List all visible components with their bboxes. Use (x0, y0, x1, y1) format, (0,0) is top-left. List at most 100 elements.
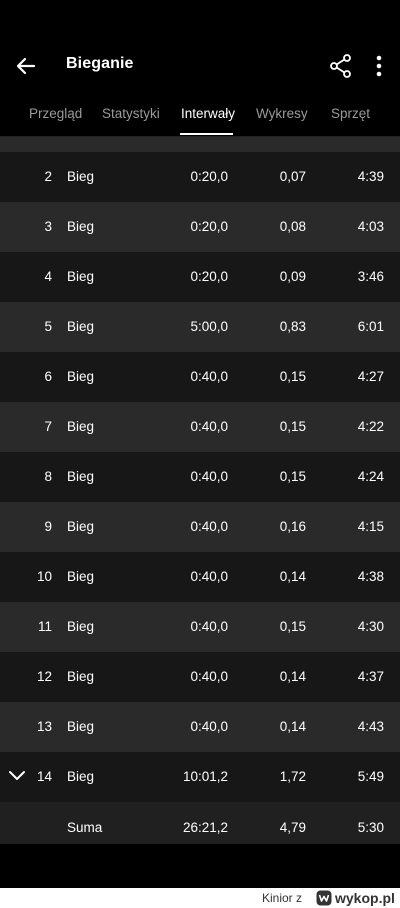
interval-type: Bieg (67, 219, 95, 234)
interval-time: 0:40,0 (190, 569, 228, 584)
interval-number: 6 (44, 369, 52, 384)
interval-distance: 0,15 (279, 619, 306, 634)
interval-time: 0:40,0 (190, 619, 228, 634)
interval-number: 9 (44, 519, 52, 534)
active-tab-indicator (180, 133, 233, 135)
interval-time: 10:01,2 (182, 769, 228, 784)
interval-pace: 4:43 (357, 719, 384, 734)
interval-number: 4 (44, 269, 52, 284)
summary-row: Suma 26:21,2 4,79 5:30 (0, 802, 400, 844)
interval-row[interactable]: 7 Bieg 0:40,0 0,15 4:22 (0, 402, 400, 452)
interval-time: 0:20,0 (190, 269, 228, 284)
share-button[interactable] (329, 52, 353, 80)
interval-row[interactable]: 13 Bieg 0:40,0 0,14 4:43 (0, 702, 400, 752)
interval-type: Bieg (67, 769, 95, 784)
summary-pace: 5:30 (357, 820, 384, 835)
partial-row (0, 137, 400, 152)
interval-pace: 4:37 (357, 669, 384, 684)
interval-row-expandable[interactable]: 14 Bieg 10:01,2 1,72 5:49 (0, 752, 400, 802)
interval-row[interactable]: 2 Bieg 0:20,0 0,07 4:39 (0, 152, 400, 202)
interval-pace: 4:30 (357, 619, 384, 634)
interval-pace: 6:01 (357, 319, 384, 334)
interval-time: 0:20,0 (190, 219, 228, 234)
interval-distance: 0,15 (279, 419, 306, 434)
interval-time: 5:00,0 (190, 319, 228, 334)
interval-time: 0:40,0 (190, 719, 228, 734)
tab-statystyki[interactable]: Statystyki (102, 106, 160, 121)
interval-type: Bieg (67, 719, 95, 734)
interval-type: Bieg (67, 569, 95, 584)
interval-time: 0:40,0 (190, 669, 228, 684)
tab-interwaly[interactable]: Interwały (181, 106, 235, 121)
interval-distance: 0,15 (279, 469, 306, 484)
interval-pace: 4:24 (357, 469, 384, 484)
interval-row[interactable]: 12 Bieg 0:40,0 0,14 4:37 (0, 652, 400, 702)
chevron-down-icon[interactable] (8, 767, 26, 785)
tab-przeglad[interactable]: Przegląd (29, 106, 82, 121)
share-icon (330, 54, 351, 78)
interval-distance: 0,07 (279, 169, 306, 184)
interval-row[interactable]: 10 Bieg 0:40,0 0,14 4:38 (0, 552, 400, 602)
arrow-left-icon (16, 57, 36, 75)
interval-number: 8 (44, 469, 52, 484)
interval-distance: 1,72 (279, 769, 306, 784)
interval-type: Bieg (67, 419, 95, 434)
more-vertical-icon (376, 55, 382, 77)
interval-type: Bieg (67, 169, 95, 184)
watermark-user: Kinior z (262, 891, 303, 905)
interval-row[interactable]: 8 Bieg 0:40,0 0,15 4:24 (0, 452, 400, 502)
interval-row[interactable]: 3 Bieg 0:20,0 0,08 4:03 (0, 202, 400, 252)
interval-pace: 4:22 (357, 419, 384, 434)
interval-time: 0:40,0 (190, 519, 228, 534)
interval-number: 11 (37, 619, 52, 634)
interval-distance: 0,16 (279, 519, 306, 534)
interval-pace: 5:49 (357, 769, 384, 784)
interval-time: 0:40,0 (190, 469, 228, 484)
interval-number: 3 (44, 219, 52, 234)
interval-row[interactable]: 11 Bieg 0:40,0 0,15 4:30 (0, 602, 400, 652)
interval-number: 2 (44, 169, 52, 184)
page-title: Bieganie (66, 55, 134, 72)
watermark-brand-text: wykop.pl (335, 890, 395, 906)
interval-number: 12 (36, 669, 52, 684)
interval-type: Bieg (67, 269, 95, 284)
tab-wykresy[interactable]: Wykresy (256, 106, 308, 121)
interval-number: 10 (36, 569, 52, 584)
interval-number: 5 (44, 319, 52, 334)
interval-type: Bieg (67, 669, 95, 684)
interval-pace: 4:39 (357, 169, 384, 184)
back-button[interactable] (12, 52, 40, 80)
app-screen: Bieganie Przegląd Statystyki Interwały W… (0, 0, 400, 888)
intervals-list[interactable]: 2 Bieg 0:20,0 0,07 4:39 3 Bieg 0:20,0 0,… (0, 137, 400, 844)
interval-row[interactable]: 5 Bieg 5:00,0 0,83 6:01 (0, 302, 400, 352)
interval-pace: 4:03 (357, 219, 384, 234)
interval-pace: 4:27 (357, 369, 384, 384)
interval-row[interactable]: 4 Bieg 0:20,0 0,09 3:46 (0, 252, 400, 302)
summary-distance: 4,79 (279, 820, 306, 835)
tab-bar: Przegląd Statystyki Interwały Wykresy Sp… (0, 100, 400, 137)
interval-number: 14 (36, 769, 52, 784)
interval-row[interactable]: 9 Bieg 0:40,0 0,16 4:15 (0, 502, 400, 552)
summary-label: Suma (67, 820, 103, 835)
more-options-button[interactable] (370, 52, 388, 80)
interval-distance: 0,14 (279, 719, 306, 734)
tab-sprzet[interactable]: Sprzęt (331, 106, 370, 121)
interval-pace: 4:15 (357, 519, 384, 534)
interval-type: Bieg (67, 619, 95, 634)
interval-number: 7 (44, 419, 52, 434)
interval-row[interactable]: 6 Bieg 0:40,0 0,15 4:27 (0, 352, 400, 402)
interval-time: 0:40,0 (190, 419, 228, 434)
interval-distance: 0,08 (279, 219, 306, 234)
interval-distance: 0,83 (279, 319, 306, 334)
interval-distance: 0,14 (279, 669, 306, 684)
interval-pace: 4:38 (357, 569, 384, 584)
interval-distance: 0,09 (279, 269, 306, 284)
interval-pace: 3:46 (357, 269, 384, 284)
interval-type: Bieg (67, 369, 95, 384)
wykop-logo-icon (316, 890, 332, 906)
interval-type: Bieg (67, 519, 95, 534)
interval-type: Bieg (67, 469, 95, 484)
top-app-bar: Bieganie (0, 40, 400, 92)
interval-distance: 0,14 (279, 569, 306, 584)
interval-time: 0:40,0 (190, 369, 228, 384)
